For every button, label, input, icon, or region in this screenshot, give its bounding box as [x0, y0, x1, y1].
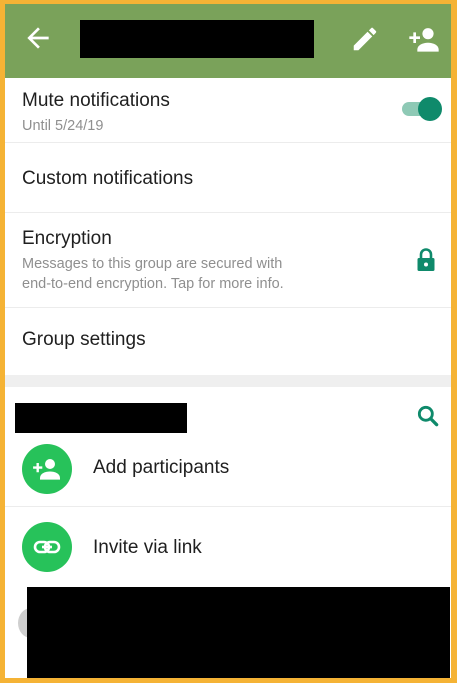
search-icon[interactable]: [415, 403, 441, 429]
mute-until-text: Until 5/24/19: [22, 118, 104, 134]
app-bar: [0, 0, 457, 78]
custom-notifications-row[interactable]: Custom notifications: [5, 142, 451, 213]
redacted-participant-list: [27, 587, 450, 683]
add-participants-circle: [22, 444, 72, 494]
mute-toggle[interactable]: [400, 96, 446, 122]
encryption-description: Messages to this group are secured with …: [22, 254, 362, 294]
encryption-description-line-2: end-to-end encryption. Tap for more info…: [22, 276, 284, 292]
back-arrow-icon[interactable]: [22, 22, 54, 54]
person-add-icon: [33, 459, 60, 480]
encryption-row[interactable]: Encryption Messages to this group are se…: [5, 212, 451, 308]
encryption-description-line-1: Messages to this group are secured with: [22, 256, 283, 272]
redacted-group-name: [80, 20, 314, 58]
add-participants-label: Add participants: [93, 457, 230, 478]
invite-via-link-label: Invite via link: [93, 537, 202, 558]
lock-icon: [415, 247, 437, 273]
invite-link-circle: [22, 522, 72, 572]
encryption-title: Encryption: [22, 228, 112, 249]
mute-notifications-title: Mute notifications: [22, 90, 170, 111]
pencil-icon[interactable]: [350, 24, 380, 54]
section-divider: [5, 375, 451, 387]
person-add-icon[interactable]: [405, 23, 443, 55]
toggle-knob: [418, 97, 442, 121]
custom-notifications-title: Custom notifications: [22, 168, 194, 189]
add-participants-button[interactable]: Add participants: [5, 428, 451, 507]
group-settings-row[interactable]: Group settings: [5, 307, 451, 375]
group-settings-title: Group settings: [22, 329, 146, 350]
link-icon: [33, 540, 61, 554]
mute-notifications-row[interactable]: Mute notifications Until 5/24/19: [5, 78, 451, 143]
invite-via-link-button[interactable]: Invite via link: [5, 507, 451, 587]
